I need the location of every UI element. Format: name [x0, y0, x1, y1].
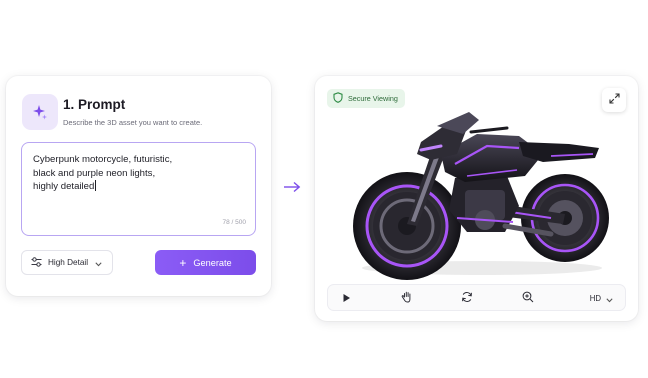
generate-button[interactable]: + Generate [155, 250, 256, 275]
prompt-panel: 1. Prompt Describe the 3D asset you want… [6, 76, 271, 296]
prompt-line-text: highly detailed [33, 181, 95, 193]
prompt-textarea[interactable]: Cyberpunk motorcycle, futuristic, black … [21, 142, 256, 236]
zoom-in-icon [522, 290, 534, 308]
model-viewer: Secure Viewing HD [315, 76, 638, 321]
detail-level-select[interactable]: High Detail [21, 250, 113, 275]
zoom-in-button[interactable] [516, 285, 540, 312]
chevron-down-icon [95, 254, 102, 272]
prompt-line: Cyberpunk motorcycle, futuristic, [33, 154, 173, 165]
motorcycle-model[interactable] [337, 106, 617, 280]
viewer-toolbar: HD [327, 284, 626, 311]
hand-pan-icon [401, 290, 413, 308]
play-button[interactable] [334, 285, 358, 312]
rotate-icon [461, 290, 473, 308]
char-count: 78 / 500 [222, 219, 247, 226]
plus-icon: + [179, 255, 187, 270]
prompt-line: black and purple neon lights, [33, 167, 156, 179]
sliders-icon [31, 254, 42, 272]
prompt-line: highly detailed [33, 180, 244, 194]
play-icon [342, 290, 351, 308]
chevron-down-icon [606, 290, 613, 308]
shield-icon [333, 90, 343, 108]
quality-label: HD [589, 294, 601, 303]
generate-button-label: Generate [193, 257, 232, 268]
rotate-button[interactable] [455, 285, 479, 312]
quality-select[interactable]: HD [590, 285, 613, 312]
detail-level-label: High Detail [48, 258, 89, 267]
arrow-right-icon [283, 180, 301, 198]
text-caret [95, 180, 97, 192]
step-description: Describe the 3D asset you want to create… [63, 118, 203, 127]
pan-button[interactable] [395, 285, 419, 312]
step-title: 1. Prompt [63, 97, 126, 112]
secure-viewing-label: Secure Viewing [348, 94, 398, 103]
sparkle-icon [22, 94, 58, 130]
